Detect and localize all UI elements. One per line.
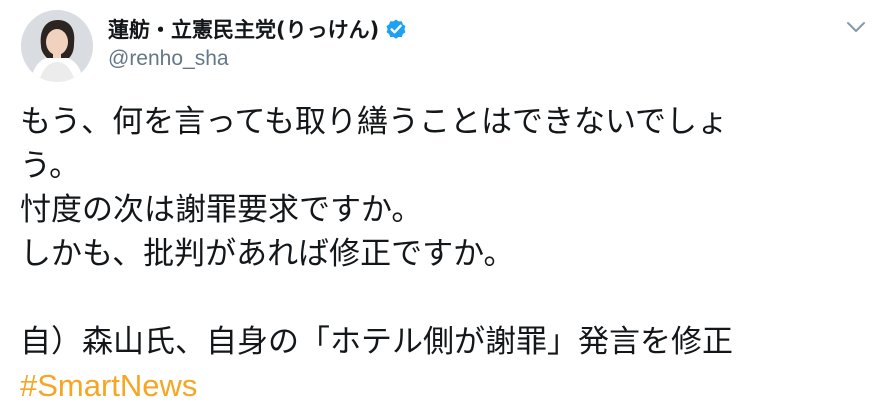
verified-badge-icon [384,17,408,41]
display-name[interactable]: 蓮舫・立憲民主党(りっけん) [108,14,379,44]
tweet-line-6: 自）森山氏、自身の「ホテル側が謝罪」発言を修正 [20,324,733,360]
tweet-card: 蓮舫・立憲民主党(りっけん) @renho_sha もう、何を言っても取り繕うこ… [0,0,890,418]
name-row: 蓮舫・立憲民主党(りっけん) [108,12,408,46]
tweet-text: もう、何を言っても取り繕うことはできないでしょ う。 忖度の次は謝罪要求ですか。… [20,100,870,408]
tweet-line-1: もう、何を言っても取り繕うことはできないでしょ [20,104,729,140]
tweet-line-3: 忖度の次は謝罪要求ですか。 [20,192,423,228]
tweet-line-2: う。 [20,148,81,184]
tweet-header: 蓮舫・立憲民主党(りっけん) @renho_sha [108,12,408,72]
avatar[interactable] [21,10,93,82]
hashtag-line: #SmartNews [20,364,870,408]
tweet-menu-button[interactable] [843,14,869,40]
hashtag-link[interactable]: #SmartNews [20,368,197,403]
chevron-down-icon [847,22,865,32]
tweet-line-4: しかも、批判があれば修正ですか。 [20,236,515,272]
avatar-image [21,10,93,82]
user-handle[interactable]: @renho_sha [108,46,408,72]
